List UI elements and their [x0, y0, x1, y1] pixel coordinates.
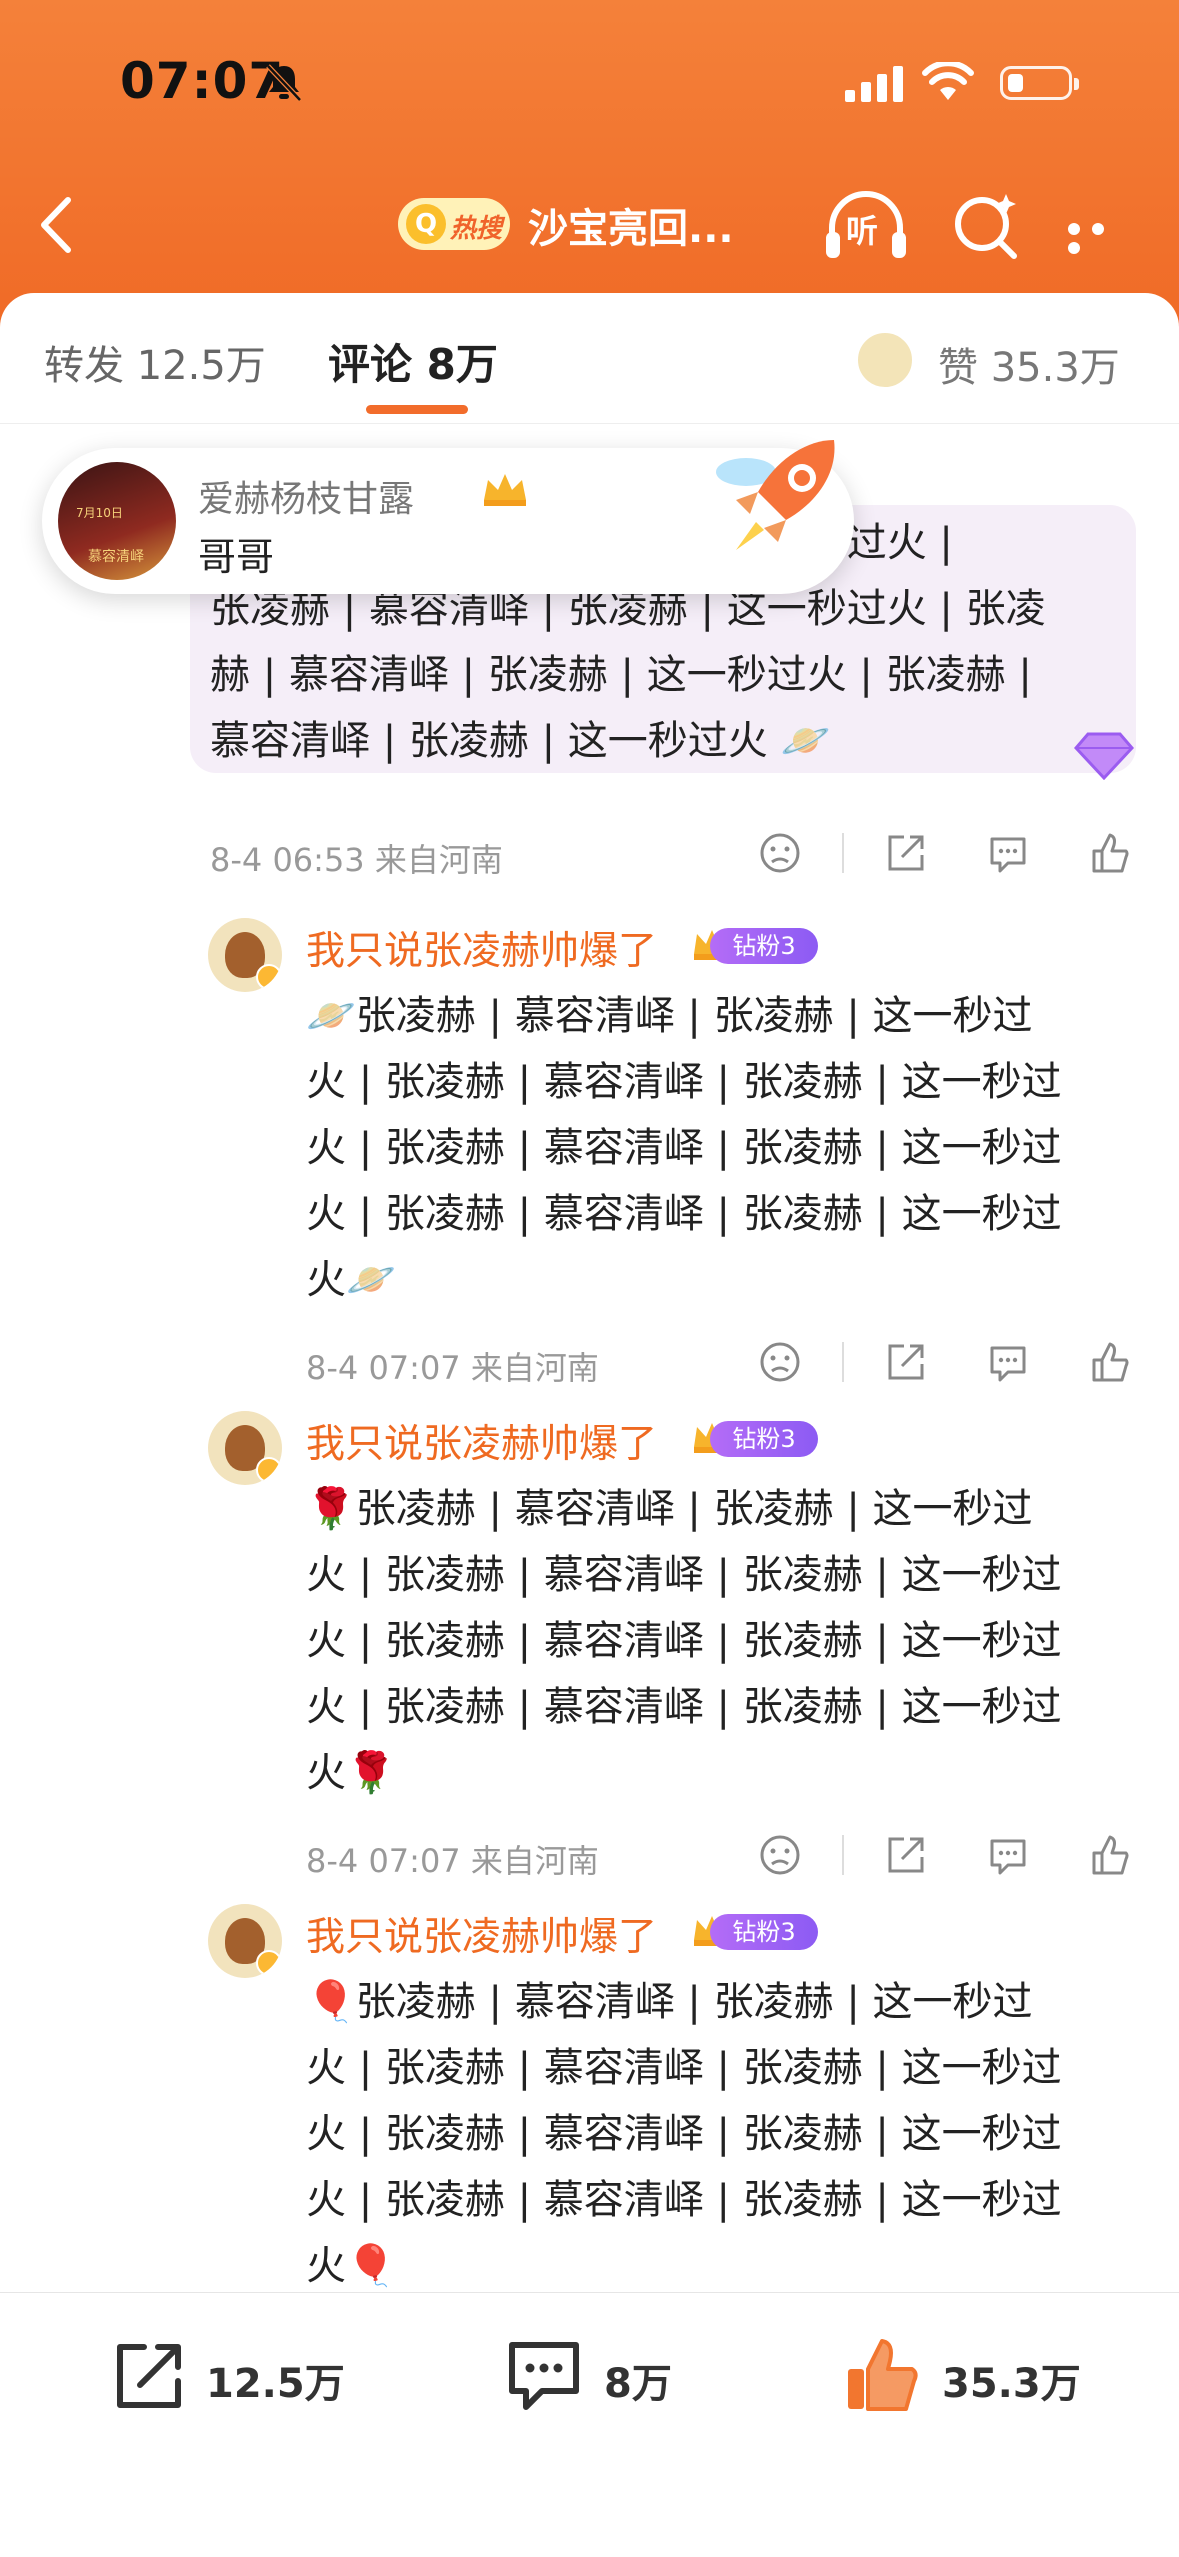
comment-text: 🎈张凌赫 | 慕容清峄 | 张凌赫 | 这一秒过 火 | 张凌赫 | 慕容清峄 … [306, 1969, 1146, 2299]
comment-line: 赫 | 慕容清峄 | 张凌赫 | 这一秒过火 | 张凌赫 | [210, 652, 1032, 698]
user-avatar[interactable] [208, 1411, 282, 1485]
comment-username[interactable]: 我只说张凌赫帅爆了 [306, 1413, 657, 1469]
repost-count: 12.5万 [206, 2361, 345, 2407]
popup-avatar: 7月10日 慕容清峄 [58, 462, 176, 580]
search-icon[interactable] [950, 190, 1022, 262]
more-options-button[interactable] [1068, 220, 1138, 254]
share-icon[interactable] [884, 1833, 928, 1877]
comment-line: 火 | 张凌赫 | 慕容清峄 | 张凌赫 | 这一秒过 [306, 2045, 1062, 2091]
dislike-icon[interactable] [758, 1340, 802, 1384]
status-time: 07:07 [120, 52, 285, 110]
comment-line: 火 | 张凌赫 | 慕容清峄 | 张凌赫 | 这一秒过 [306, 1618, 1062, 1664]
share-icon[interactable] [884, 1340, 928, 1384]
user-avatar[interactable] [208, 1904, 282, 1978]
fan-level-badge: 钻粉3 [710, 1914, 818, 1950]
share-icon[interactable] [884, 831, 928, 875]
like-icon[interactable] [1088, 831, 1132, 875]
comment-line: 🌹张凌赫 | 慕容清峄 | 张凌赫 | 这一秒过 [306, 1486, 1033, 1532]
header-background [0, 0, 1179, 330]
like-icon[interactable] [1088, 1833, 1132, 1877]
comment-username[interactable]: 我只说张凌赫帅爆了 [306, 920, 657, 976]
like-icon[interactable] [1088, 1340, 1132, 1384]
comment-line: 慕容清峄 | 张凌赫 | 这一秒过火 🪐 [210, 718, 831, 764]
crown-icon [484, 474, 526, 506]
comment-meta: 8-4 06:53 来自河南 [210, 841, 503, 879]
fan-level-badge: 钻粉3 [710, 928, 818, 964]
avatar-text: 7月10日 [76, 506, 123, 520]
cellular-signal-icon [845, 66, 903, 102]
search-badge-icon: Q [406, 204, 446, 244]
like-filled-icon [848, 2339, 918, 2411]
rocket-icon [716, 440, 835, 550]
comment-meta: 8-4 07:07 来自河南 [306, 1349, 599, 1387]
comment-button[interactable]: 8万 [504, 2335, 724, 2415]
share-icon [117, 2344, 181, 2408]
verified-icon [256, 964, 282, 990]
tab-active-indicator [366, 405, 468, 414]
divider [842, 833, 844, 873]
liker-avatar [856, 331, 914, 389]
bottom-action-bar: 12.5万 8万 35.3万 [0, 2292, 1179, 2557]
comment-icon[interactable] [986, 1833, 1030, 1877]
divider [842, 1835, 844, 1875]
back-button[interactable] [30, 190, 90, 260]
comment-count: 8万 [604, 2361, 672, 2407]
comment-line: 火🪐 [306, 1257, 396, 1303]
comment-line: 火 | 张凌赫 | 慕容清峄 | 张凌赫 | 这一秒过 [306, 1191, 1062, 1237]
page-title[interactable]: 沙宝亮回... [528, 196, 734, 254]
comment-line: 火🌹 [306, 1750, 396, 1796]
hot-search-chip[interactable]: Q 热搜 [398, 198, 510, 250]
comment-line: 火 | 张凌赫 | 慕容清峄 | 张凌赫 | 这一秒过 [306, 1552, 1062, 1598]
like-count: 35.3万 [942, 2361, 1081, 2407]
popup-message: 哥哥 [198, 535, 275, 579]
comment-icon[interactable] [986, 831, 1030, 875]
comment-line: 火 | 张凌赫 | 慕容清峄 | 张凌赫 | 这一秒过 [306, 1059, 1062, 1105]
comment-meta: 8-4 07:07 来自河南 [306, 1842, 599, 1880]
dislike-icon[interactable] [758, 831, 802, 875]
hot-search-label: 热搜 [450, 214, 503, 244]
like-button[interactable]: 35.3万 [842, 2335, 1102, 2415]
battery-icon [1000, 66, 1079, 100]
tab-bar: 转发 12.5万 评论 8万 赞 35.3万 [0, 293, 1179, 424]
comment-line: 火 | 张凌赫 | 慕容清峄 | 张凌赫 | 这一秒过 [306, 2111, 1062, 2157]
avatar-text: 慕容清峄 [88, 549, 144, 565]
comment-username[interactable]: 我只说张凌赫帅爆了 [306, 1906, 657, 1962]
repost-button[interactable]: 12.5万 [108, 2335, 348, 2415]
comment-line: 火🎈 [306, 2243, 396, 2289]
comment-line: 火 | 张凌赫 | 慕容清峄 | 张凌赫 | 这一秒过 [306, 2177, 1062, 2223]
wifi-icon [922, 62, 974, 100]
divider [842, 1342, 844, 1382]
comment-text: 🌹张凌赫 | 慕容清峄 | 张凌赫 | 这一秒过 火 | 张凌赫 | 慕容清峄 … [306, 1476, 1146, 1806]
comment-line: 🎈张凌赫 | 慕容清峄 | 张凌赫 | 这一秒过 [306, 1979, 1033, 2025]
listen-label: 听 [846, 212, 879, 250]
comment-icon[interactable] [986, 1340, 1030, 1384]
comment-icon [509, 2342, 579, 2410]
comment-line: 火 | 张凌赫 | 慕容清峄 | 张凌赫 | 这一秒过 [306, 1125, 1062, 1171]
bell-muted-icon [266, 64, 302, 102]
verified-icon [256, 1950, 282, 1976]
verified-icon [256, 1457, 282, 1483]
listen-button[interactable]: 听 [822, 188, 910, 268]
comment-line: 火 | 张凌赫 | 慕容清峄 | 张凌赫 | 这一秒过 [306, 1684, 1062, 1730]
comment-line: 🪐张凌赫 | 慕容清峄 | 张凌赫 | 这一秒过 [306, 993, 1033, 1039]
popup-username: 爱赫杨枝甘露 [198, 479, 415, 520]
tab-comment[interactable]: 评论 8万 [328, 331, 498, 392]
dislike-icon[interactable] [758, 1833, 802, 1877]
comment-text: 🪐张凌赫 | 慕容清峄 | 张凌赫 | 这一秒过 火 | 张凌赫 | 慕容清峄 … [306, 983, 1146, 1313]
fan-level-badge: 钻粉3 [710, 1421, 818, 1457]
tab-repost[interactable]: 转发 12.5万 [44, 333, 266, 391]
tab-like-label: 赞 35.3万 [938, 345, 1120, 391]
user-avatar[interactable] [208, 918, 282, 992]
